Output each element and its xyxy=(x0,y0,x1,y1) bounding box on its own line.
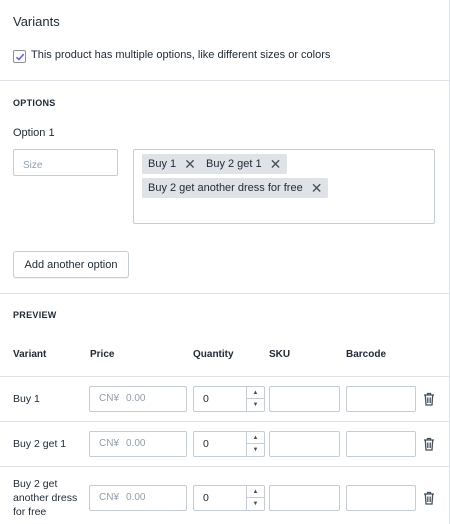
column-header-price: Price xyxy=(90,349,115,360)
add-another-option-button[interactable]: Add another option xyxy=(13,251,129,278)
stepper-controls: ▲ ▼ xyxy=(246,387,264,411)
tag-label: Buy 1 xyxy=(148,158,177,170)
option1-label: Option 1 xyxy=(13,127,55,139)
chevron-up-icon[interactable]: ▲ xyxy=(247,387,264,399)
chevron-down-icon[interactable]: ▼ xyxy=(247,399,264,411)
variant-name-line: Buy 2 get 1 xyxy=(13,438,67,450)
column-header-sku: SKU xyxy=(269,349,291,360)
sku-input[interactable] xyxy=(269,386,340,412)
sku-input[interactable] xyxy=(269,485,340,511)
currency-prefix: CN¥ xyxy=(99,393,120,404)
stepper-controls: ▲ ▼ xyxy=(246,486,264,510)
quantity-value: 0 xyxy=(203,438,209,450)
trash-icon[interactable] xyxy=(423,392,435,406)
variant-name: Buy 2 get another dress for free xyxy=(13,477,77,519)
price-placeholder: 0.00 xyxy=(126,393,146,404)
close-icon[interactable]: ✕ xyxy=(184,157,196,171)
barcode-input[interactable] xyxy=(346,431,416,457)
currency-prefix: CN¥ xyxy=(99,492,120,503)
variant-name-line: another dress xyxy=(13,492,78,504)
chevron-down-icon[interactable]: ▼ xyxy=(247,498,264,510)
divider xyxy=(0,80,450,81)
option-value-tag: Buy 1 ✕ xyxy=(142,154,202,174)
option-name-placeholder: Size xyxy=(23,160,43,171)
tag-label: Buy 2 get another dress for free xyxy=(148,182,303,194)
quantity-stepper[interactable]: 0 ▲ ▼ xyxy=(193,386,265,412)
quantity-value: 0 xyxy=(203,393,209,405)
trash-icon[interactable] xyxy=(423,437,435,451)
price-input[interactable]: CN¥ 0.00 xyxy=(89,386,187,412)
chevron-up-icon[interactable]: ▲ xyxy=(247,432,264,444)
checkmark-icon xyxy=(15,53,24,61)
column-header-variant: Variant xyxy=(13,349,47,360)
divider xyxy=(0,293,450,294)
variant-name-line: Buy 1 xyxy=(13,393,40,405)
chevron-down-icon[interactable]: ▼ xyxy=(247,444,264,456)
stepper-controls: ▲ ▼ xyxy=(246,432,264,456)
row-divider xyxy=(0,421,450,422)
preview-heading: PREVIEW xyxy=(13,310,57,320)
barcode-input[interactable] xyxy=(346,485,416,511)
variant-name-line: Buy 2 get xyxy=(13,478,58,490)
price-placeholder: 0.00 xyxy=(126,438,146,449)
close-icon[interactable]: ✕ xyxy=(311,181,323,195)
options-heading: OPTIONS xyxy=(13,98,56,108)
row-divider xyxy=(0,466,450,467)
trash-icon[interactable] xyxy=(423,491,435,505)
option-values-input[interactable]: Buy 1 ✕ Buy 2 get 1 ✕ Buy 2 get another … xyxy=(133,149,435,224)
barcode-input[interactable] xyxy=(346,386,416,412)
multiple-options-label: This product has multiple options, like … xyxy=(31,49,331,61)
quantity-value: 0 xyxy=(203,492,209,504)
variant-name: Buy 2 get 1 xyxy=(13,437,66,451)
column-header-barcode: Barcode xyxy=(346,349,387,360)
option-value-tag: Buy 2 get 1 ✕ xyxy=(200,154,288,174)
sku-input[interactable] xyxy=(269,431,340,457)
variant-name-line: for free xyxy=(13,506,47,518)
variants-title: Variants xyxy=(13,14,60,29)
price-input[interactable]: CN¥ 0.00 xyxy=(89,431,187,457)
quantity-stepper[interactable]: 0 ▲ ▼ xyxy=(193,431,265,457)
price-placeholder: 0.00 xyxy=(126,492,146,503)
chevron-up-icon[interactable]: ▲ xyxy=(247,486,264,498)
option-name-input[interactable]: Size xyxy=(13,149,118,176)
column-header-quantity: Quantity xyxy=(193,349,234,360)
row-divider xyxy=(0,376,450,377)
close-icon[interactable]: ✕ xyxy=(270,157,282,171)
multiple-options-checkbox[interactable] xyxy=(13,50,26,63)
currency-prefix: CN¥ xyxy=(99,438,120,449)
quantity-stepper[interactable]: 0 ▲ ▼ xyxy=(193,485,265,511)
option-value-tag: Buy 2 get another dress for free ✕ xyxy=(142,178,329,198)
price-input[interactable]: CN¥ 0.00 xyxy=(89,485,187,511)
variant-name: Buy 1 xyxy=(13,392,40,406)
tag-label: Buy 2 get 1 xyxy=(206,158,262,170)
